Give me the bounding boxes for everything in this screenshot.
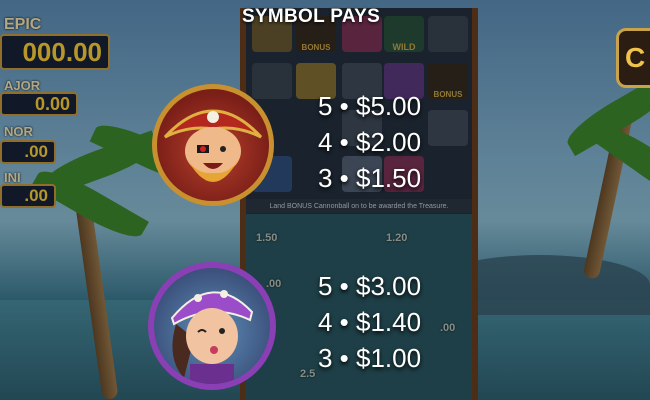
pay-line: 4 • $2.00 bbox=[318, 127, 422, 157]
game-logo-partial: C bbox=[616, 28, 650, 88]
pay-line: 3 • $1.50 bbox=[318, 163, 422, 193]
page-title: SYMBOL PAYS bbox=[241, 6, 381, 27]
pay-line: 5 • $3.00 bbox=[318, 271, 422, 301]
symbol-avatar-pirate-girl bbox=[148, 262, 276, 390]
symbol-avatar-pirate-captain bbox=[152, 84, 274, 206]
pay-line: 5 • $5.00 bbox=[318, 91, 422, 121]
symbol-pays-pirate-captain: 5 • $5.00 4 • $2.00 3 • $1.50 bbox=[318, 88, 421, 196]
pirate-girl-icon bbox=[170, 290, 254, 384]
pay-line: 3 • $1.00 bbox=[318, 343, 422, 373]
pirate-captain-icon bbox=[163, 109, 263, 182]
pay-line: 4 • $1.40 bbox=[318, 307, 422, 337]
symbol-pays-pirate-girl: 5 • $3.00 4 • $1.40 3 • $1.00 bbox=[318, 268, 421, 376]
